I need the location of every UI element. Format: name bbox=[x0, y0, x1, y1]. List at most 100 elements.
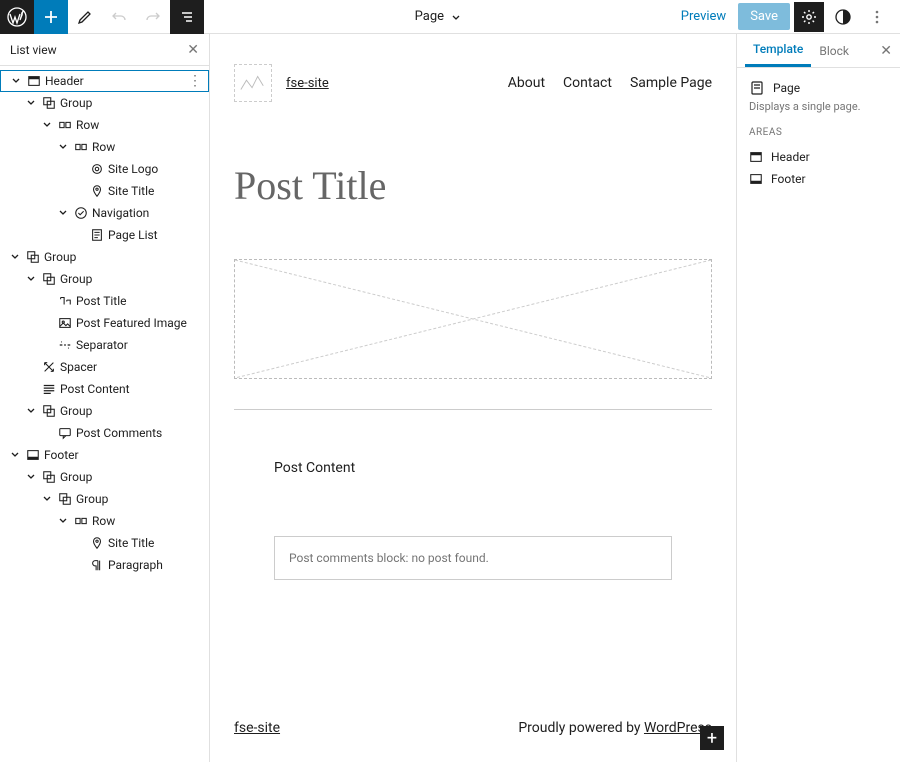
tree-item-row[interactable]: Row bbox=[0, 136, 209, 158]
close-inspector-button[interactable]: ✕ bbox=[880, 43, 892, 59]
tree-item-group[interactable]: Group bbox=[0, 400, 209, 422]
group-icon bbox=[40, 404, 58, 418]
row-icon bbox=[72, 140, 90, 154]
tree-item-paragraph[interactable]: Paragraph bbox=[0, 554, 209, 576]
header-icon bbox=[25, 74, 43, 88]
site-footer-block[interactable]: fse-site Proudly powered by WordPress bbox=[234, 720, 712, 736]
site-header-block[interactable]: fse-site About Contact Sample Page bbox=[234, 64, 712, 102]
tree-item-label: Site Logo bbox=[106, 162, 203, 176]
chevron-down-icon[interactable] bbox=[6, 252, 24, 262]
tree-item-page-list[interactable]: Page List bbox=[0, 224, 209, 246]
tree-item-post-comments[interactable]: Post Comments bbox=[0, 422, 209, 444]
footer-credit: Proudly powered by WordPress bbox=[518, 720, 712, 736]
nav-icon bbox=[72, 206, 90, 220]
tree-item-row[interactable]: Row bbox=[0, 114, 209, 136]
chevron-down-icon[interactable] bbox=[22, 472, 40, 482]
chevron-down-icon[interactable] bbox=[38, 120, 56, 130]
add-block-button[interactable] bbox=[34, 0, 68, 34]
tree-item-footer[interactable]: Footer bbox=[0, 444, 209, 466]
tree-item-group[interactable]: Group bbox=[0, 466, 209, 488]
inspector-tabs: Template Block ✕ bbox=[737, 34, 900, 68]
topbar-left bbox=[0, 0, 204, 34]
chevron-down-icon[interactable] bbox=[6, 450, 24, 460]
tree-item-label: Spacer bbox=[58, 360, 203, 374]
settings-button[interactable] bbox=[794, 2, 824, 32]
tree-item-label: Footer bbox=[42, 448, 203, 462]
close-list-view-button[interactable]: ✕ bbox=[187, 42, 199, 58]
more-options-button[interactable] bbox=[862, 2, 892, 32]
header-icon bbox=[749, 150, 763, 164]
chevron-down-icon[interactable] bbox=[22, 98, 40, 108]
styles-button[interactable] bbox=[828, 2, 858, 32]
group-icon bbox=[40, 470, 58, 484]
inspector-body: Page Displays a single page. Areas Heade… bbox=[737, 68, 900, 202]
topbar-right: Preview Save bbox=[673, 2, 900, 32]
chevron-down-icon[interactable] bbox=[22, 406, 40, 416]
undo-button[interactable] bbox=[102, 0, 136, 34]
page-icon bbox=[749, 80, 765, 96]
tree-item-row[interactable]: Row bbox=[0, 510, 209, 532]
editor-canvas[interactable]: fse-site About Contact Sample Page Post Ti… bbox=[210, 34, 736, 762]
edit-tool-icon[interactable] bbox=[68, 0, 102, 34]
tree-item-spacer[interactable]: Spacer bbox=[0, 356, 209, 378]
tree-item-header[interactable]: Header⋮ bbox=[0, 70, 209, 92]
tree-item-post-featured-image[interactable]: Post Featured Image bbox=[0, 312, 209, 334]
tree-item-label: Post Content bbox=[58, 382, 203, 396]
tree-item-separator[interactable]: Separator bbox=[0, 334, 209, 356]
area-item-footer[interactable]: Footer bbox=[749, 168, 888, 190]
chevron-down-icon bbox=[450, 11, 462, 23]
area-label: Footer bbox=[771, 172, 806, 186]
featured-image-placeholder[interactable] bbox=[234, 259, 712, 379]
chevron-down-icon[interactable] bbox=[54, 516, 72, 526]
chevron-down-icon[interactable] bbox=[54, 208, 72, 218]
tree-item-post-title[interactable]: Post Title bbox=[0, 290, 209, 312]
post-title-block[interactable]: Post Title bbox=[234, 162, 712, 209]
post-comments-block[interactable]: Post comments block: no post found. bbox=[274, 536, 672, 580]
tree-item-label: Post Comments bbox=[74, 426, 203, 440]
spacer-icon bbox=[40, 360, 58, 374]
tree-item-site-title[interactable]: Site Title bbox=[0, 532, 209, 554]
area-label: Header bbox=[771, 150, 810, 164]
pagelist-icon bbox=[88, 228, 106, 242]
tree-item-site-title[interactable]: Site Title bbox=[0, 180, 209, 202]
tree-item-label: Group bbox=[42, 250, 203, 264]
preview-button[interactable]: Preview bbox=[673, 3, 734, 30]
tree-item-group[interactable]: Group bbox=[0, 92, 209, 114]
tree-item-group[interactable]: Group bbox=[0, 488, 209, 510]
chevron-down-icon[interactable] bbox=[22, 274, 40, 284]
site-title[interactable]: fse-site bbox=[286, 76, 329, 91]
wordpress-logo-icon[interactable] bbox=[0, 0, 34, 34]
nav-link-contact[interactable]: Contact bbox=[563, 75, 612, 91]
nav-link-sample-page[interactable]: Sample Page bbox=[630, 75, 712, 91]
tree-item-label: Separator bbox=[74, 338, 203, 352]
featimg-icon bbox=[56, 316, 74, 330]
site-logo-placeholder[interactable] bbox=[234, 64, 272, 102]
areas-heading: Areas bbox=[749, 127, 888, 138]
chevron-down-icon[interactable] bbox=[7, 76, 25, 86]
tree-item-label: Group bbox=[58, 96, 203, 110]
footer-site-title[interactable]: fse-site bbox=[234, 720, 280, 736]
list-view-panel: List view ✕ Header⋮GroupRowRowSite LogoS… bbox=[0, 34, 210, 762]
nav-link-about[interactable]: About bbox=[508, 75, 545, 91]
tree-item-site-logo[interactable]: Site Logo bbox=[0, 158, 209, 180]
tree-item-group[interactable]: Group bbox=[0, 246, 209, 268]
navigation-block[interactable]: About Contact Sample Page bbox=[508, 75, 712, 91]
tree-item-group[interactable]: Group bbox=[0, 268, 209, 290]
more-icon[interactable]: ⋮ bbox=[188, 73, 202, 89]
list-view-toggle[interactable] bbox=[170, 0, 204, 34]
add-block-inline-button[interactable]: + bbox=[700, 726, 724, 750]
save-button[interactable]: Save bbox=[738, 3, 790, 30]
separator-icon bbox=[56, 338, 74, 352]
separator-block[interactable] bbox=[234, 409, 712, 410]
area-item-header[interactable]: Header bbox=[749, 146, 888, 168]
tree-item-navigation[interactable]: Navigation bbox=[0, 202, 209, 224]
chevron-down-icon[interactable] bbox=[54, 142, 72, 152]
logo-icon bbox=[88, 162, 106, 176]
redo-button[interactable] bbox=[136, 0, 170, 34]
chevron-down-icon[interactable] bbox=[38, 494, 56, 504]
tab-template[interactable]: Template bbox=[745, 34, 811, 67]
post-content-block[interactable]: Post Content bbox=[274, 460, 712, 476]
document-type-dropdown[interactable]: Page bbox=[204, 9, 673, 24]
tab-block[interactable]: Block bbox=[811, 34, 857, 67]
tree-item-post-content[interactable]: Post Content bbox=[0, 378, 209, 400]
